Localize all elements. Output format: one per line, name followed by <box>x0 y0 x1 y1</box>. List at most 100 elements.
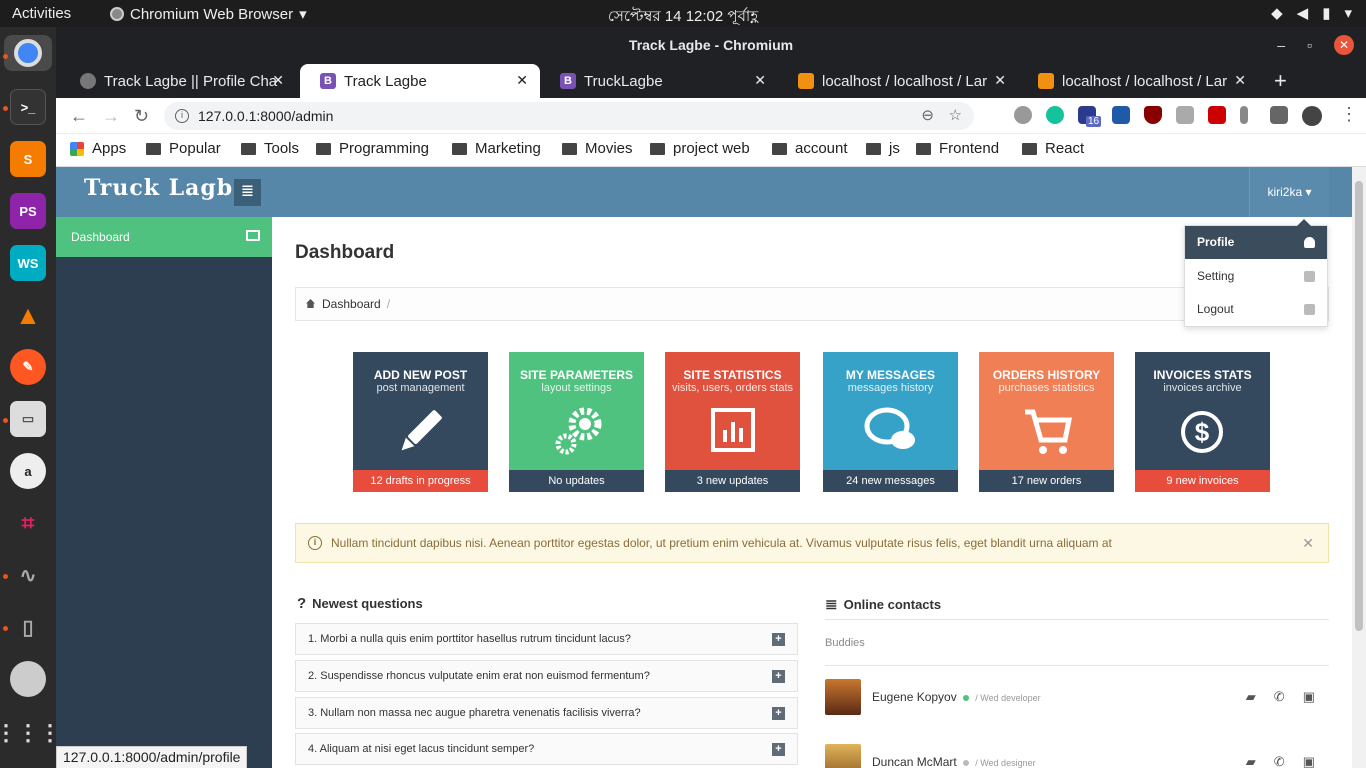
chromium-dock-icon[interactable] <box>4 35 52 71</box>
tile-subtitle: visits, users, orders stats <box>671 382 794 394</box>
expand-plus-icon[interactable]: + <box>772 633 785 646</box>
folder-icon <box>146 142 161 155</box>
tile-my-messages[interactable]: MY MESSAGES messages history 24 new mess… <box>823 352 958 492</box>
expand-plus-icon[interactable]: + <box>772 743 785 756</box>
disc-dock-icon[interactable] <box>10 661 46 697</box>
extensions-puzzle-icon[interactable] <box>1270 106 1288 124</box>
amazon-dock-icon[interactable]: a <box>10 453 46 489</box>
bookmark-folder[interactable]: account <box>772 140 848 157</box>
grammarly-icon[interactable] <box>1046 106 1064 124</box>
tile-add-new-post[interactable]: ADD NEW POST post management 12 drafts i… <box>353 352 488 492</box>
site-info-icon[interactable]: i <box>175 109 189 123</box>
pdf-ext-icon[interactable] <box>1208 106 1226 124</box>
globe-ext-icon[interactable] <box>1014 106 1032 124</box>
minimize-button[interactable]: – <box>1277 27 1285 64</box>
app-grid-icon[interactable]: ⋮⋮⋮ <box>0 715 61 751</box>
webstorm-dock-icon[interactable]: WS <box>10 245 46 281</box>
tile-site-statistics[interactable]: SITE STATISTICS visits, users, orders st… <box>665 352 800 492</box>
crop-dock-icon[interactable]: ⌗ <box>10 505 46 541</box>
tile-orders-history[interactable]: ORDERS HISTORY purchases statistics 17 n… <box>979 352 1114 492</box>
files-dock-icon[interactable]: ▭ <box>10 401 46 437</box>
bookmark-folder[interactable]: Frontend <box>916 140 999 157</box>
bookmark-folder[interactable]: Programming <box>316 140 429 157</box>
reload-button[interactable]: ↻ <box>134 106 149 127</box>
user-name: kiri2ka <box>1267 185 1303 199</box>
draw-dock-icon[interactable]: ✎ <box>10 349 46 385</box>
tab-track-lagbe[interactable]: B Track Lagbe ✕ <box>300 64 540 98</box>
camera-icon[interactable] <box>1176 106 1194 124</box>
vpn-ext-icon[interactable] <box>1112 106 1130 124</box>
vlc-dock-icon[interactable]: ▲ <box>10 297 46 333</box>
menu-item-profile[interactable]: Profile <box>1185 226 1327 259</box>
breadcrumb-link[interactable]: Dashboard <box>322 297 381 311</box>
sidebar-item-label: Dashboard <box>71 230 130 244</box>
new-tab-button[interactable]: + <box>1274 68 1287 94</box>
scrollbar-thumb[interactable] <box>1355 181 1363 631</box>
ublock-icon[interactable] <box>1144 106 1162 124</box>
faq-item[interactable]: 3. Nullam non massa nec augue pharetra v… <box>295 697 798 729</box>
contact-name[interactable]: Eugene Kopyov <box>872 690 957 704</box>
close-tab-icon[interactable]: ✕ <box>1234 72 1246 89</box>
eyedropper-icon[interactable] <box>1240 106 1248 124</box>
close-tab-icon[interactable]: ✕ <box>994 72 1006 89</box>
bookmark-folder[interactable]: project web <box>650 140 750 157</box>
faq-item[interactable]: 4. Aliquam at nisi eget lacus tincidunt … <box>295 733 798 765</box>
tile-site-parameters[interactable]: SITE PARAMETERS layout settings No updat… <box>509 352 644 492</box>
avatar[interactable] <box>825 744 861 768</box>
tab-phpmyadmin-1[interactable]: localhost / localhost / Lar ✕ <box>778 64 1018 98</box>
tab-trucklagbe[interactable]: B TruckLagbe ✕ <box>540 64 778 98</box>
menu-item-setting[interactable]: Setting <box>1185 260 1327 293</box>
close-window-button[interactable]: ✕ <box>1334 35 1354 55</box>
phone-icon[interactable]: ✆ <box>1274 754 1285 768</box>
user-menu-toggle[interactable]: kiri2ka ▾ <box>1249 167 1329 217</box>
forward-button[interactable]: → <box>102 106 120 127</box>
bookmark-folder[interactable]: Tools <box>241 140 299 157</box>
sublime-dock-icon[interactable]: S <box>10 141 46 177</box>
maximize-button[interactable]: ▫ <box>1307 27 1312 64</box>
contact-name[interactable]: Duncan McMart <box>872 755 957 768</box>
logo[interactable]: Truck Lagbe <box>84 175 248 201</box>
extension-badge: 16 <box>1086 116 1102 127</box>
expand-plus-icon[interactable]: + <box>772 707 785 720</box>
close-tab-icon[interactable]: ✕ <box>516 72 528 89</box>
close-alert-button[interactable]: ✕ <box>1302 524 1314 562</box>
chat-icon[interactable]: ▰ <box>1246 754 1256 768</box>
phpstorm-dock-icon[interactable]: PS <box>10 193 46 229</box>
bookmark-folder[interactable]: Movies <box>562 140 633 157</box>
monitor-dock-icon[interactable]: ∿ <box>10 557 46 593</box>
avatar[interactable] <box>825 679 861 715</box>
sidebar-toggle-button[interactable]: ≣ <box>234 179 261 206</box>
bookmark-folder[interactable]: js <box>866 140 900 157</box>
bookmark-folder[interactable]: React <box>1022 140 1084 157</box>
system-tray[interactable]: ◆ ◀ ▮ ▾ <box>1271 4 1352 22</box>
phone-dock-icon[interactable]: ▯ <box>10 609 46 645</box>
chat-icon[interactable]: ▰ <box>1246 689 1256 705</box>
tile-invoices-stats[interactable]: INVOICES STATS invoices archive $ 9 new … <box>1135 352 1270 492</box>
tab-phpmyadmin-2[interactable]: localhost / localhost / Lar ✕ <box>1018 64 1258 98</box>
profile-avatar[interactable] <box>1302 106 1322 126</box>
tile-footer: 24 new messages <box>823 470 958 492</box>
menu-item-logout[interactable]: Logout <box>1185 293 1327 326</box>
bookmark-folder[interactable]: Marketing <box>452 140 541 157</box>
close-tab-icon[interactable]: ✕ <box>754 72 766 89</box>
faq-item[interactable]: 2. Suspendisse rhoncus vulputate enim er… <box>295 660 798 692</box>
bookmark-folder[interactable]: Popular <box>146 140 221 157</box>
video-call-icon[interactable]: ▣ <box>1303 754 1315 768</box>
dollar-icon: $ <box>1181 411 1223 453</box>
faq-item[interactable]: 1. Morbi a nulla quis enim porttitor has… <box>295 623 798 655</box>
zoom-icon[interactable]: ⊖ <box>921 102 934 130</box>
terminal-dock-icon[interactable]: >_ <box>10 89 46 125</box>
address-bar[interactable]: i 127.0.0.1:8000/admin ⊖ ☆ <box>164 102 974 130</box>
close-tab-icon[interactable]: ✕ <box>272 72 284 89</box>
sidebar-item-dashboard[interactable]: Dashboard <box>56 217 272 257</box>
back-button[interactable]: ← <box>70 106 88 127</box>
bookmark-apps[interactable]: Apps <box>70 140 126 157</box>
kebab-menu-icon[interactable]: ⋮ <box>1340 104 1358 125</box>
video-call-icon[interactable]: ▣ <box>1303 689 1315 705</box>
phone-icon[interactable]: ✆ <box>1274 689 1285 705</box>
online-status-dot <box>962 694 969 701</box>
bookmark-star-icon[interactable]: ☆ <box>949 102 962 130</box>
expand-plus-icon[interactable]: + <box>772 670 785 683</box>
tab-profile[interactable]: Track Lagbe || Profile Cha ✕ <box>60 64 296 98</box>
page-scrollbar[interactable] <box>1352 167 1366 768</box>
